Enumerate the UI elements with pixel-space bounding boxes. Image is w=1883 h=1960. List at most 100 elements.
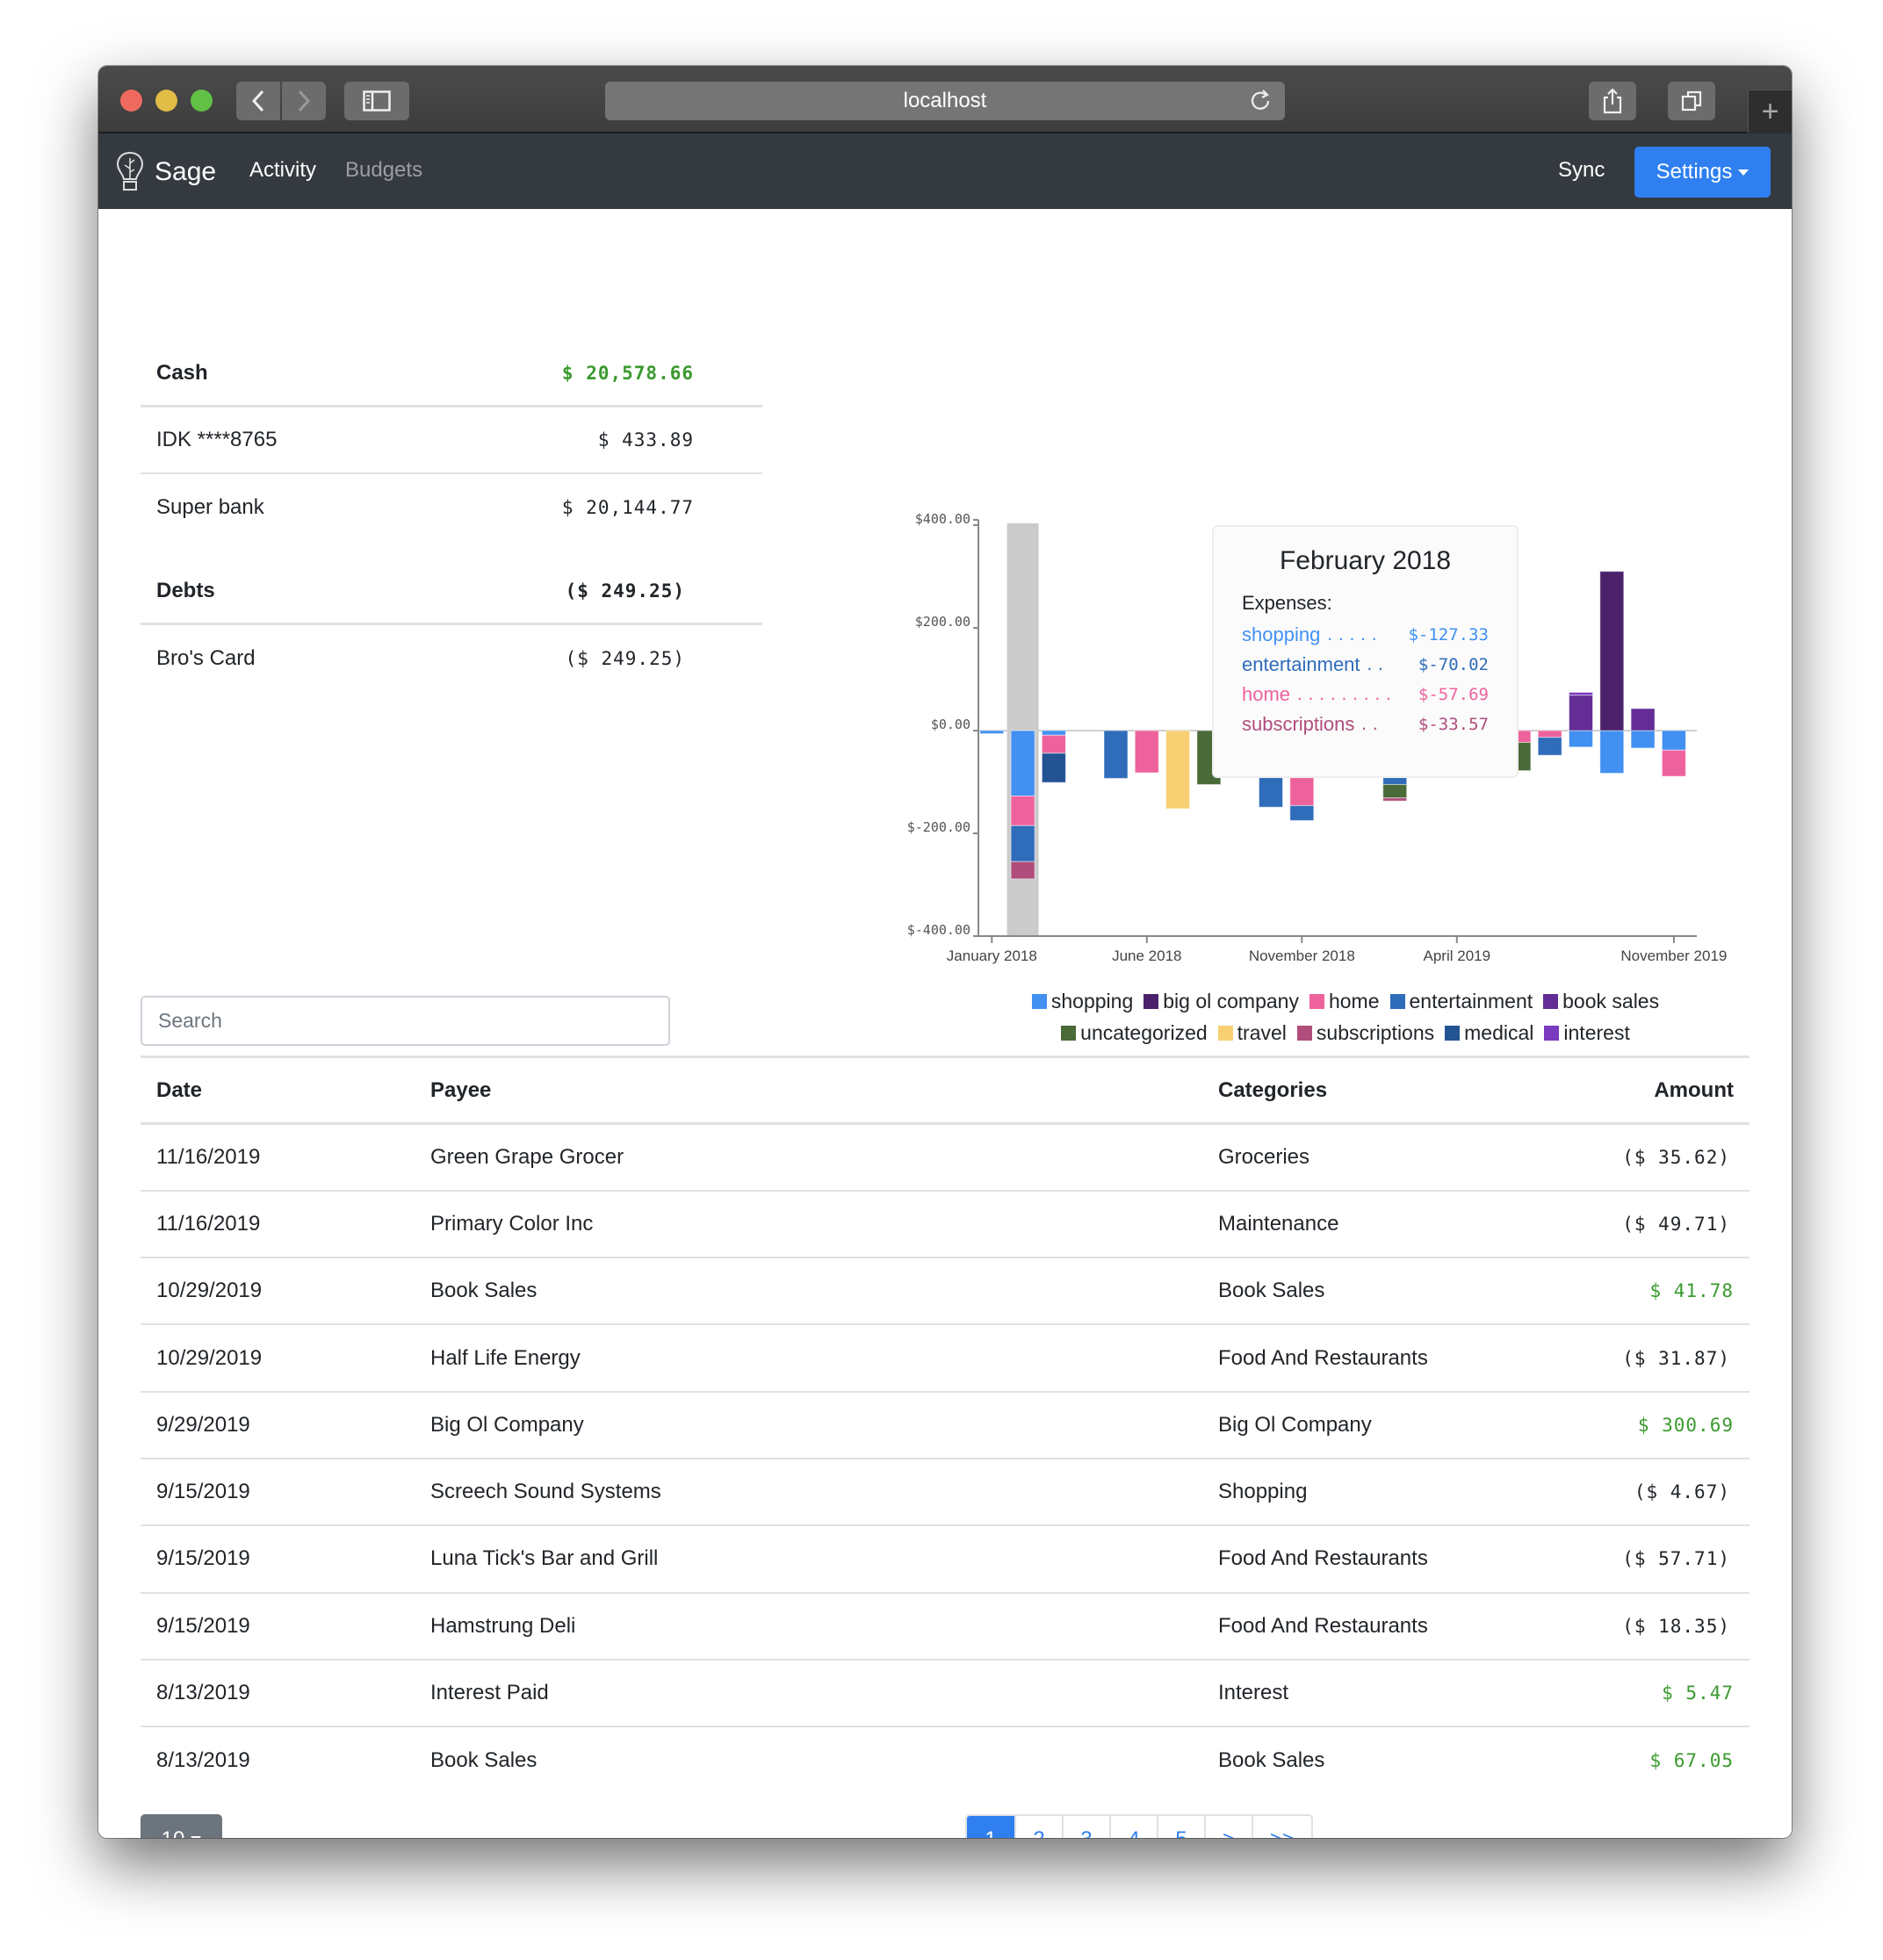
legend-swatch xyxy=(1543,993,1559,1009)
legend-item[interactable]: shopping xyxy=(1031,990,1133,1013)
legend-item[interactable]: subscriptions xyxy=(1296,1021,1434,1045)
brand-link[interactable]: Sage xyxy=(116,151,216,193)
next-page-button[interactable]: > xyxy=(1204,1816,1252,1838)
page-button-4[interactable]: 4 xyxy=(1109,1816,1157,1838)
x-tick-label: June 2018 xyxy=(1112,948,1181,964)
table-row[interactable]: 11/16/2019 Primary Color Inc Maintenance ($… xyxy=(141,1190,1750,1259)
bar-segment-shopping[interactable] xyxy=(979,730,1005,735)
account-row[interactable]: Bro's Card ($ 249.25) xyxy=(141,625,762,692)
page-button-1[interactable]: 1 xyxy=(967,1816,1014,1838)
cell-amount: ($ 57.71) xyxy=(1598,1525,1750,1594)
sync-link[interactable]: Sync xyxy=(1558,158,1605,183)
legend-swatch xyxy=(1296,1025,1312,1041)
url-text: localhost xyxy=(903,89,987,112)
page-button-3[interactable]: 3 xyxy=(1062,1816,1109,1838)
table-row[interactable]: 9/15/2019 Luna Tick's Bar and Grill Food A… xyxy=(141,1525,1750,1594)
bar-segment-home[interactable] xyxy=(1041,734,1066,754)
bar-segment-home[interactable] xyxy=(1134,730,1159,774)
address-bar[interactable]: localhost xyxy=(605,82,1285,120)
column-header-date[interactable]: Date xyxy=(141,1056,415,1125)
table-row[interactable]: 9/15/2019 Screech Sound Systems Shopping ($… xyxy=(141,1458,1750,1527)
bar-segment-subscriptions[interactable] xyxy=(1382,797,1408,802)
legend-label: big ol company xyxy=(1163,989,1299,1012)
last-page-button[interactable]: >> xyxy=(1252,1816,1311,1838)
table-header-row: Date Payee Categories Amount xyxy=(141,1056,1750,1125)
close-window-button[interactable] xyxy=(120,90,142,112)
bar-segment-home[interactable] xyxy=(1537,730,1562,739)
column-header-amount[interactable]: Amount xyxy=(1598,1056,1750,1125)
account-group-debts[interactable]: Debts ($ 249.25) xyxy=(141,558,762,625)
bar-segment-medical[interactable] xyxy=(1041,753,1066,783)
bar-segment-subscriptions[interactable] xyxy=(1010,861,1035,880)
tooltip-line: entertainment.. $-70.02 xyxy=(1242,650,1489,680)
column-header-payee[interactable]: Payee xyxy=(415,1056,1202,1125)
cell-payee: Primary Color Inc xyxy=(415,1190,1202,1259)
table-row[interactable]: 11/16/2019 Green Grape Grocer Groceries ($ … xyxy=(141,1123,1750,1192)
table-row[interactable]: 10/29/2019 Half Life Energy Food And Resta… xyxy=(141,1324,1750,1393)
pagination: 12345>>> xyxy=(965,1814,1313,1838)
reload-icon[interactable] xyxy=(1248,89,1273,113)
account-row[interactable]: IDK ****8765 $ 433.89 xyxy=(141,407,762,474)
y-tick-label: $-200.00 xyxy=(907,819,970,835)
forward-button[interactable] xyxy=(282,82,326,120)
account-group-cash[interactable]: Cash $ 20,578.66 xyxy=(141,341,762,407)
bar-segment-home[interactable] xyxy=(1661,749,1686,777)
legend-item[interactable]: big ol company xyxy=(1144,990,1299,1013)
new-tab-button[interactable]: + xyxy=(1748,90,1792,133)
nav-budgets[interactable]: Budgets xyxy=(345,158,422,183)
bar-segment-entertainment[interactable] xyxy=(1010,825,1035,862)
nav-activity[interactable]: Activity xyxy=(249,158,316,183)
bar-segment-book-sales[interactable] xyxy=(1569,695,1593,731)
bar-segment-big-ol-company[interactable] xyxy=(1599,571,1625,731)
bar-segment-shopping[interactable] xyxy=(1041,730,1066,736)
table-row[interactable]: 8/13/2019 Book Sales Book Sales $ 67.05 xyxy=(141,1726,1750,1793)
cell-amount: $ 41.78 xyxy=(1598,1257,1750,1326)
legend-item[interactable]: entertainment xyxy=(1389,990,1533,1013)
legend-item[interactable]: interest xyxy=(1544,1021,1630,1045)
per-page-dropdown[interactable]: 10 xyxy=(141,1814,222,1838)
zoom-window-button[interactable] xyxy=(191,90,213,112)
bar-segment-entertainment[interactable] xyxy=(1103,730,1129,779)
table-row[interactable]: 10/29/2019 Book Sales Book Sales $ 41.78 xyxy=(141,1257,1750,1326)
cell-category: Interest xyxy=(1202,1659,1598,1728)
tooltip-leader-dots: .. xyxy=(1360,716,1382,733)
bar-segment-shopping[interactable] xyxy=(1630,730,1656,749)
show-tabs-button[interactable] xyxy=(1668,82,1715,120)
bar-segment-book-sales[interactable] xyxy=(1630,708,1656,731)
account-balance: ($ 249.25) xyxy=(565,648,685,669)
table-row[interactable]: 8/13/2019 Interest Paid Interest $ 5.47 xyxy=(141,1659,1750,1728)
bar-segment-shopping[interactable] xyxy=(1599,730,1625,775)
column-header-categories[interactable]: Categories xyxy=(1202,1056,1598,1125)
page-button-2[interactable]: 2 xyxy=(1014,1816,1062,1838)
bar-segment-entertainment[interactable] xyxy=(1289,804,1315,821)
bar-segment-shopping[interactable] xyxy=(1569,730,1593,748)
minimize-window-button[interactable] xyxy=(155,90,177,112)
group-total: $ 20,578.66 xyxy=(561,362,694,384)
x-tick-label: November 2018 xyxy=(1249,948,1355,964)
bar-segment-travel[interactable] xyxy=(1165,730,1191,810)
bar-segment-entertainment[interactable] xyxy=(1537,737,1562,756)
legend-item[interactable]: medical xyxy=(1445,1021,1533,1045)
sidebar-toggle-button[interactable] xyxy=(344,82,409,120)
bar-segment-interest[interactable] xyxy=(1569,691,1593,696)
legend-item[interactable]: uncategorized xyxy=(1061,1021,1208,1045)
page-button-5[interactable]: 5 xyxy=(1157,1816,1204,1838)
cell-date: 11/16/2019 xyxy=(141,1123,415,1192)
cell-date: 11/16/2019 xyxy=(141,1190,415,1259)
bar-segment-home[interactable] xyxy=(1010,795,1035,826)
cell-payee: Big Ol Company xyxy=(415,1391,1202,1459)
table-row[interactable]: 9/15/2019 Hamstrung Deli Food And Restaura… xyxy=(141,1592,1750,1661)
table-row[interactable]: 9/29/2019 Big Ol Company Big Ol Company $ 3… xyxy=(141,1391,1750,1459)
settings-dropdown-button[interactable]: Settings xyxy=(1634,147,1771,198)
bar-segment-shopping[interactable] xyxy=(1010,730,1035,796)
legend-item[interactable]: travel xyxy=(1217,1021,1287,1045)
account-row[interactable]: Super bank $ 20,144.77 xyxy=(141,474,762,541)
bar-segment-uncategorized[interactable] xyxy=(1382,783,1408,799)
search-input[interactable] xyxy=(141,996,670,1046)
share-button[interactable] xyxy=(1589,82,1636,120)
legend-item[interactable]: home xyxy=(1309,990,1380,1013)
bar-segment-shopping[interactable] xyxy=(1661,730,1686,751)
tooltip-line-label: entertainment xyxy=(1242,653,1360,675)
legend-item[interactable]: book sales xyxy=(1543,990,1659,1013)
back-button[interactable] xyxy=(236,82,280,120)
